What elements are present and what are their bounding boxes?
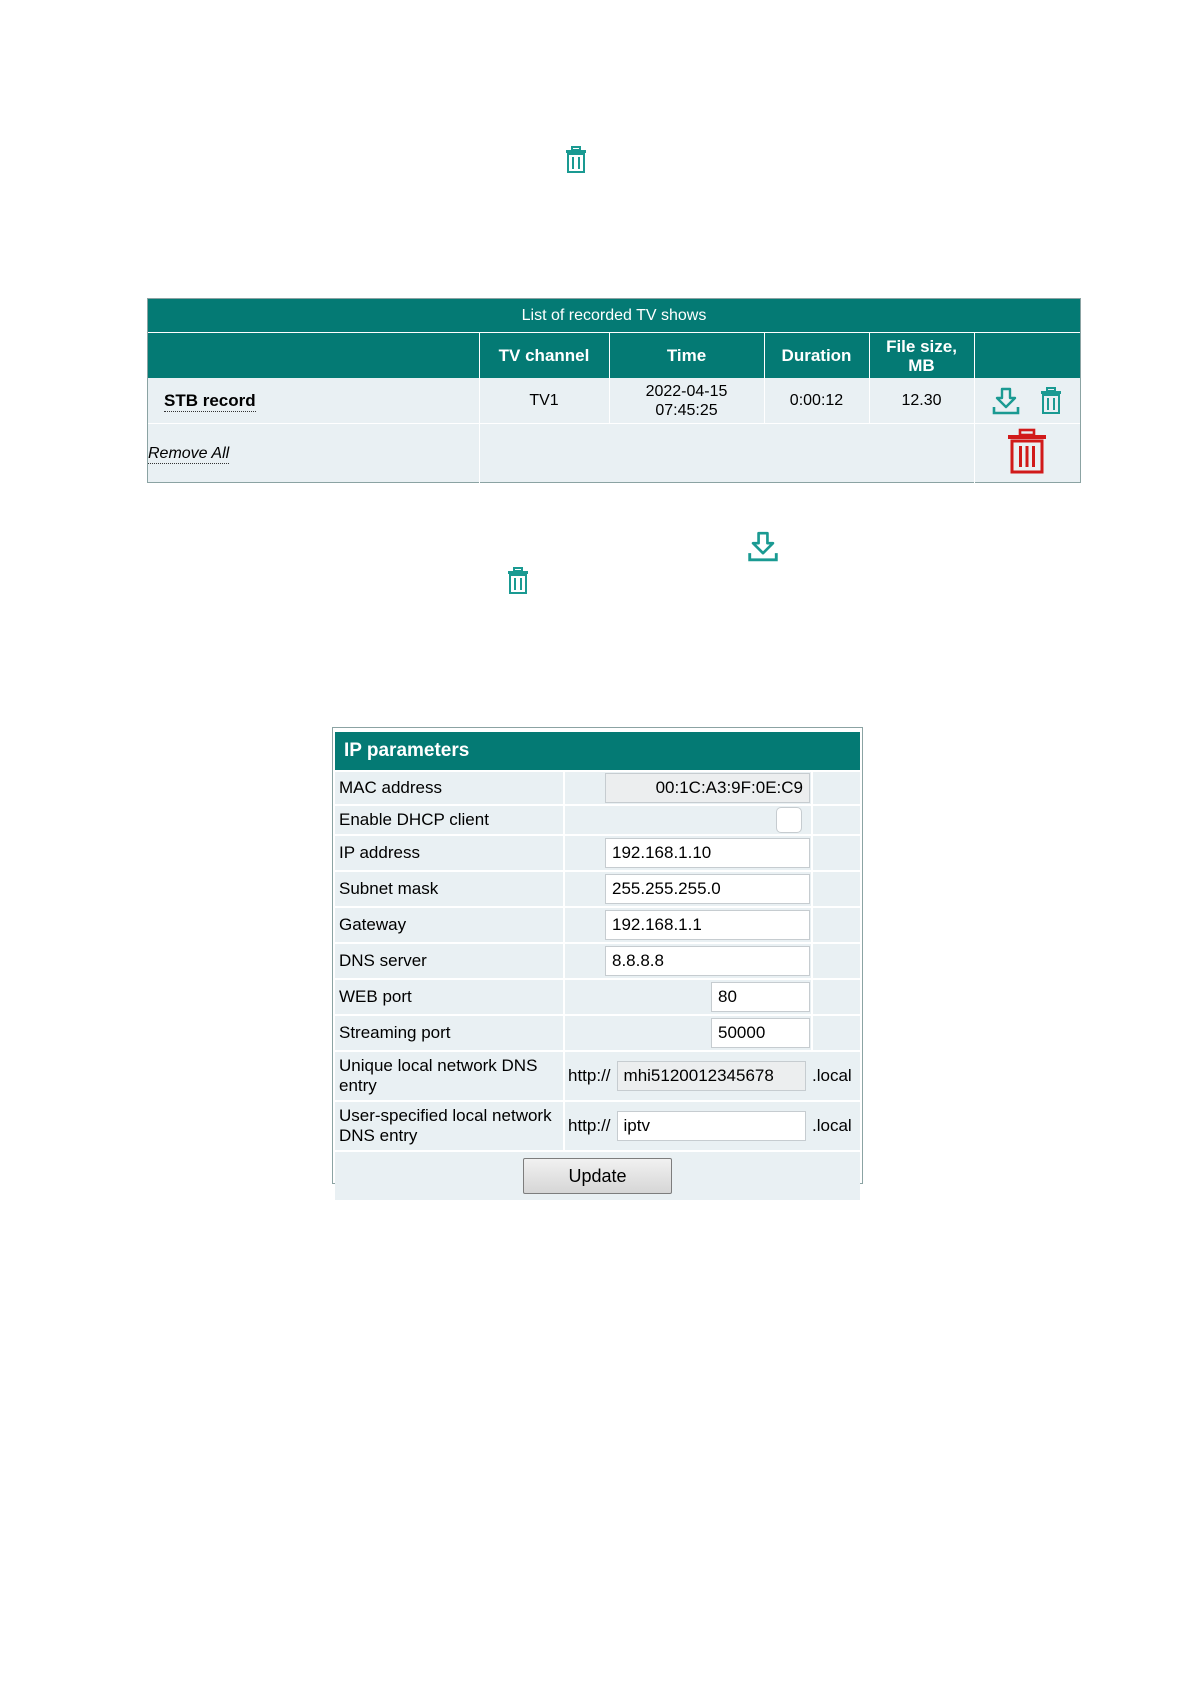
trash-large-red-icon[interactable]: [1007, 428, 1047, 479]
user-dns-suffix: .local: [811, 1102, 861, 1150]
ip-parameters-panel: IP parameters MAC address 00:1C:A3:9F:0E…: [332, 727, 863, 1200]
file-size-header-line2: MB: [908, 355, 935, 375]
subnet-mask-input[interactable]: [605, 874, 810, 904]
trash-icon[interactable]: [1040, 387, 1062, 414]
footer-spacer: [478, 423, 974, 483]
user-dns-input[interactable]: [616, 1111, 806, 1141]
streaming-port-input[interactable]: [711, 1018, 810, 1048]
mac-label: MAC address: [335, 772, 565, 804]
delete-all-cell: [973, 423, 1080, 483]
dhcp-label: Enable DHCP client: [335, 806, 565, 834]
file-size-header-line1: File size,: [886, 336, 957, 356]
column-header-duration: Duration: [763, 332, 869, 378]
table-header: TV channel Time Duration File size, MB: [148, 332, 1080, 378]
user-dns-prefix: http://: [568, 1116, 611, 1135]
update-row: Update: [335, 1152, 861, 1200]
record-actions: [973, 378, 1080, 424]
dns-server-label: DNS server: [335, 944, 565, 978]
ip-address-row: IP address: [335, 836, 861, 870]
trash-icon: [507, 567, 529, 594]
mac-field: 00:1C:A3:9F:0E:C9: [605, 773, 810, 803]
remove-all-cell[interactable]: Remove All: [148, 424, 479, 484]
recorded-shows-panel: List of recorded TV shows TV channel Tim…: [147, 298, 1081, 483]
record-name-cell[interactable]: STB record: [148, 378, 479, 424]
web-port-input[interactable]: [711, 982, 810, 1012]
column-header-name: [148, 332, 479, 378]
record-file-size: 12.30: [868, 378, 974, 424]
column-header-file-size: File size, MB: [868, 332, 974, 378]
trash-icon: [565, 146, 587, 173]
column-header-actions: [973, 332, 1080, 378]
unique-dns-prefix: http://: [568, 1066, 611, 1085]
unique-dns-row: Unique local network DNS entry http:// mh…: [335, 1052, 861, 1100]
table-title: List of recorded TV shows: [148, 299, 1080, 333]
dhcp-row: Enable DHCP client: [335, 806, 861, 834]
table-footer-row: Remove All: [148, 423, 1080, 484]
streaming-port-label: Streaming port: [335, 1016, 565, 1050]
record-time: 07:45:25: [655, 401, 718, 419]
mac-cell: 00:1C:A3:9F:0E:C9: [565, 772, 811, 804]
web-port-label: WEB port: [335, 980, 565, 1014]
dns-server-input[interactable]: [605, 946, 810, 976]
subnet-mask-label: Subnet mask: [335, 872, 565, 906]
table-row: STB record TV1 2022-04-15 07:45:25 0:00:…: [148, 378, 1080, 424]
unique-dns-label: Unique local network DNS entry: [335, 1052, 565, 1100]
record-name-link[interactable]: STB record: [164, 391, 256, 412]
remove-all-link[interactable]: Remove All: [148, 444, 230, 464]
update-button[interactable]: Update: [523, 1158, 672, 1194]
ip-parameters-title: IP parameters: [335, 732, 861, 770]
dns-server-row: DNS server: [335, 944, 861, 978]
record-duration: 0:00:12: [763, 378, 869, 424]
user-dns-label: User-specified local network DNS entry: [335, 1102, 565, 1150]
subnet-mask-row: Subnet mask: [335, 872, 861, 906]
gateway-input[interactable]: [605, 910, 810, 940]
record-date: 2022-04-15: [645, 382, 728, 400]
recorded-shows-table: List of recorded TV shows TV channel Tim…: [148, 299, 1080, 483]
ip-parameters-table: IP parameters MAC address 00:1C:A3:9F:0E…: [335, 730, 861, 1202]
column-header-time: Time: [608, 332, 764, 378]
record-channel: TV1: [478, 378, 609, 424]
dhcp-checkbox[interactable]: [776, 807, 802, 833]
streaming-port-row: Streaming port: [335, 1016, 861, 1050]
column-header-channel: TV channel: [478, 332, 609, 378]
ip-address-label: IP address: [335, 836, 565, 870]
gateway-row: Gateway: [335, 908, 861, 942]
user-dns-row: User-specified local network DNS entry h…: [335, 1102, 861, 1150]
gateway-label: Gateway: [335, 908, 565, 942]
ip-address-input[interactable]: [605, 838, 810, 868]
unique-dns-field: mhi5120012345678: [616, 1061, 806, 1091]
web-port-row: WEB port: [335, 980, 861, 1014]
download-icon: [747, 531, 779, 562]
mac-row: MAC address 00:1C:A3:9F:0E:C9: [335, 772, 861, 804]
download-icon[interactable]: [992, 387, 1020, 415]
unique-dns-suffix: .local: [811, 1052, 861, 1100]
record-time-cell: 2022-04-15 07:45:25: [608, 378, 764, 424]
dhcp-cell: [565, 806, 811, 834]
